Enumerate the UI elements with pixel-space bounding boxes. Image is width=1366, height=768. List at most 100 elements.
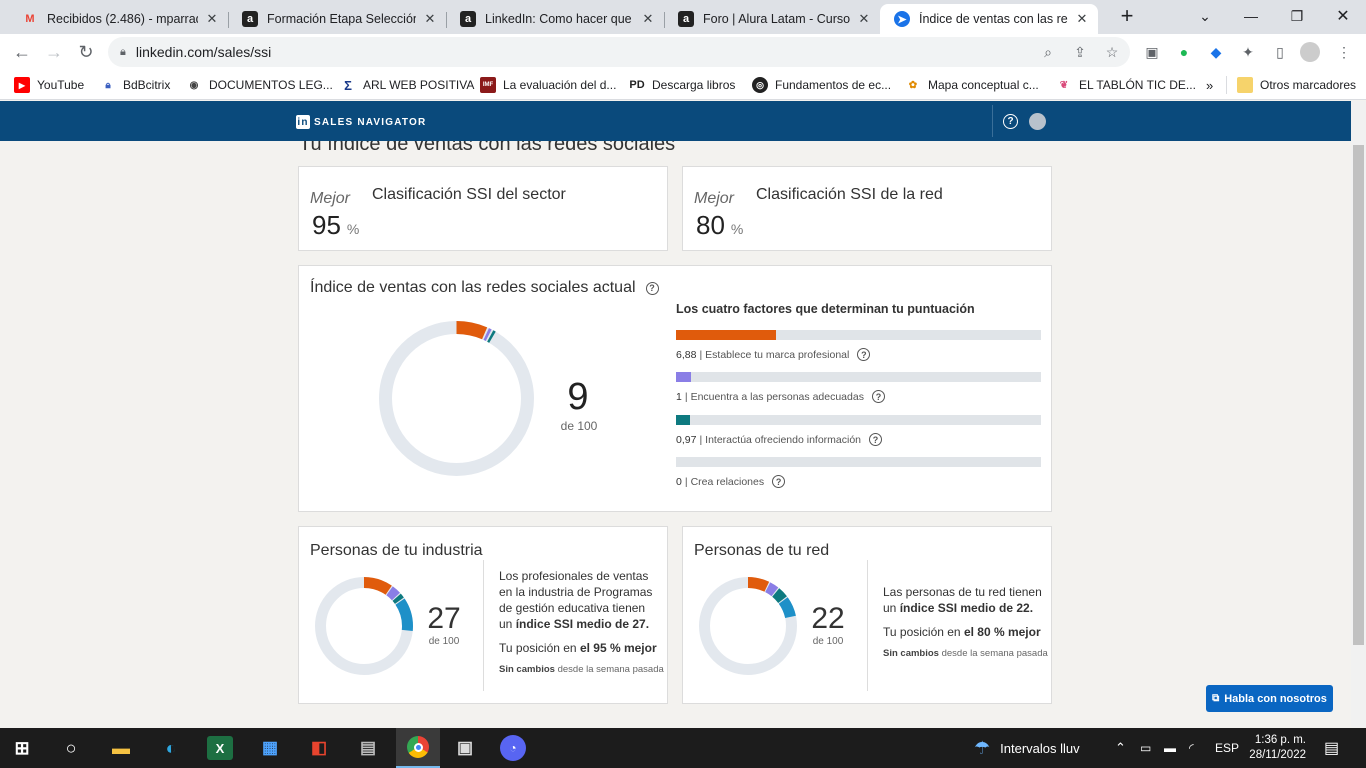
factor-bar-fill <box>676 330 777 340</box>
pd-icon: PD <box>629 79 645 91</box>
sales-navigator-logo[interactable]: in SALES NAVIGATOR <box>296 115 426 129</box>
bookmark-evaluacion[interactable]: IMF La evaluación del d... <box>480 76 616 94</box>
card-divider <box>867 560 868 691</box>
industry-description: Los profesionales de ventas en la indust… <box>499 568 659 632</box>
lock-icon[interactable]: 🔒︎ <box>120 46 126 59</box>
logo-text: SALES NAVIGATOR <box>314 116 427 128</box>
bookmark-documentos[interactable]: ◉ DOCUMENTOS LEG... <box>186 76 333 94</box>
factor-bar-fill <box>676 415 691 425</box>
help-circle-icon[interactable]: ? <box>645 281 659 295</box>
ssi-score: 9 <box>567 376 589 418</box>
extension-graduation-icon[interactable]: ◆ <box>1206 42 1226 62</box>
other-bookmarks[interactable]: Otros marcadores <box>1226 76 1356 94</box>
app-window-icon[interactable]: ▣ <box>451 734 479 762</box>
discord-icon[interactable]: ◔ <box>500 735 526 761</box>
network-score-of: de 100 <box>812 636 844 647</box>
side-panel-icon[interactable]: ▯ <box>1270 42 1290 62</box>
calculator-icon[interactable]: ▤ <box>354 734 382 762</box>
close-icon[interactable]: ✕ <box>204 11 220 27</box>
factor-bar <box>676 330 1041 340</box>
chrome-icon <box>407 736 429 758</box>
bookmark-tablon[interactable]: ❦ EL TABLÓN TIC DE... <box>1056 76 1196 94</box>
extension-green-icon[interactable]: ● <box>1174 42 1194 62</box>
address-bar[interactable]: 🔒︎ linkedin.com/sales/ssi <box>108 37 1130 67</box>
tab-foro[interactable]: a Foro | Alura Latam - Cursos c ✕ <box>664 4 880 34</box>
clock[interactable]: 1:36 p. m. 28/11/2022 <box>1248 728 1306 768</box>
network-change: Sin cambios desde la semana pasada <box>883 648 1048 659</box>
bookmark-bdbcitrix[interactable]: 🔒︎ BdBcitrix <box>100 76 170 94</box>
bookmark-label: La evaluación del d... <box>503 78 617 92</box>
change-status: Sin cambios <box>883 648 939 659</box>
close-icon[interactable]: ✕ <box>1074 11 1090 27</box>
tray-chevron-icon[interactable]: ⌃ <box>1115 728 1126 768</box>
profile-avatar[interactable] <box>1300 42 1320 62</box>
header-divider <box>992 105 993 137</box>
better-label: Mejor <box>310 190 351 207</box>
menu-dots-icon[interactable]: ⋮ <box>1334 42 1354 62</box>
chat-icon: ⧉ <box>1212 693 1220 704</box>
network-status-icon[interactable]: ▭ <box>1140 728 1151 768</box>
forward-icon[interactable]: → <box>40 38 68 66</box>
ssi-donut-chart <box>379 321 534 476</box>
close-icon[interactable]: ✕ <box>640 11 656 27</box>
bookmark-descarga[interactable]: PD Descarga libros <box>629 76 735 94</box>
globe-icon: ◉ <box>189 79 199 91</box>
store-icon[interactable]: ▦ <box>256 734 284 762</box>
ranking-value: 80 % <box>696 210 743 241</box>
weather-widget[interactable]: ☂ Intervalos lluv <box>974 728 1080 768</box>
restore-icon[interactable]: ❐ <box>1274 0 1320 32</box>
extensions-puzzle-icon[interactable]: ✦ <box>1238 42 1258 62</box>
bookmark-mapa[interactable]: ✿ Mapa conceptual c... <box>905 76 1039 94</box>
chat-button[interactable]: ⧉ Habla con nosotros <box>1206 685 1333 712</box>
reload-icon[interactable]: ↻ <box>72 38 100 66</box>
bookmarks-overflow-button[interactable]: » <box>1206 76 1213 94</box>
position-value: el 80 % mejor <box>963 625 1041 639</box>
tab-title: LinkedIn: Como hacer que tu <box>485 12 634 26</box>
help-icon[interactable]: ? <box>1003 114 1018 129</box>
tab-formacion[interactable]: a Formación Etapa Selección: C ✕ <box>228 4 446 34</box>
office-icon[interactable]: ◧ <box>305 734 333 762</box>
page-scrollbar[interactable] <box>1351 101 1366 727</box>
tab-search-icon[interactable]: ⌄ <box>1182 0 1228 32</box>
file-explorer-icon[interactable]: ▬ <box>107 734 135 762</box>
bulb-icon: ◎ <box>752 77 768 93</box>
scrollbar-thumb[interactable] <box>1353 145 1364 645</box>
position-value: el 95 % mejor <box>579 641 657 655</box>
tab-title: Recibidos (2.486) - mparrado <box>47 12 198 26</box>
bookmark-fundamentos[interactable]: ◎ Fundamentos de ec... <box>752 76 891 94</box>
help-circle-icon[interactable]: ? <box>857 348 871 361</box>
alura-icon: a <box>460 11 476 27</box>
language-indicator[interactable]: ESP <box>1215 728 1239 768</box>
chrome-taskbar-icon[interactable] <box>396 728 440 768</box>
close-icon[interactable]: ✕ <box>422 11 438 27</box>
close-icon[interactable]: ✕ <box>856 11 872 27</box>
tab-linkedin-alura[interactable]: a LinkedIn: Como hacer que tu ✕ <box>446 4 664 34</box>
help-circle-icon[interactable]: ? <box>871 390 885 403</box>
tab-gmail[interactable]: M Recibidos (2.486) - mparrado ✕ <box>8 4 228 34</box>
zoom-search-icon[interactable]: ⌕ <box>1038 42 1058 62</box>
ranking-unit: % <box>346 221 360 237</box>
share-icon[interactable]: ⇪ <box>1070 42 1090 62</box>
bookmarks-bar: ▶ YouTube 🔒︎ BdBcitrix ◉ DOCUMENTOS LEG.… <box>0 70 1366 100</box>
user-avatar[interactable] <box>1029 113 1046 130</box>
search-circle-icon[interactable]: ○ <box>57 734 85 762</box>
bookmark-youtube[interactable]: ▶ YouTube <box>14 76 84 94</box>
new-tab-button[interactable]: + <box>1104 0 1150 32</box>
help-circle-icon[interactable]: ? <box>869 433 883 446</box>
back-icon[interactable]: ← <box>8 38 36 66</box>
windows-start-icon[interactable]: ⊞ <box>8 734 36 762</box>
wifi-icon[interactable]: ◜ <box>1189 728 1194 768</box>
bookmark-arl[interactable]: Σ ARL WEB POSITIVA <box>340 76 474 94</box>
minimize-icon[interactable]: — <box>1228 0 1274 32</box>
close-window-icon[interactable]: ✕ <box>1320 0 1366 32</box>
tab-ssi[interactable]: ➤ Índice de ventas con las rede ✕ <box>880 4 1098 34</box>
help-circle-icon[interactable]: ? <box>772 475 786 488</box>
url-text: linkedin.com/sales/ssi <box>135 44 272 60</box>
excel-icon[interactable]: X <box>207 736 233 760</box>
bookmark-star-icon[interactable]: ☆ <box>1102 42 1122 62</box>
power-icon[interactable]: ▬ <box>1164 728 1176 768</box>
edge-icon[interactable]: ◐ <box>157 734 185 762</box>
extension-1-icon[interactable]: ▣ <box>1142 42 1162 62</box>
industry-score: 27 <box>427 602 461 635</box>
notifications-icon[interactable]: ▤ <box>1324 728 1339 768</box>
